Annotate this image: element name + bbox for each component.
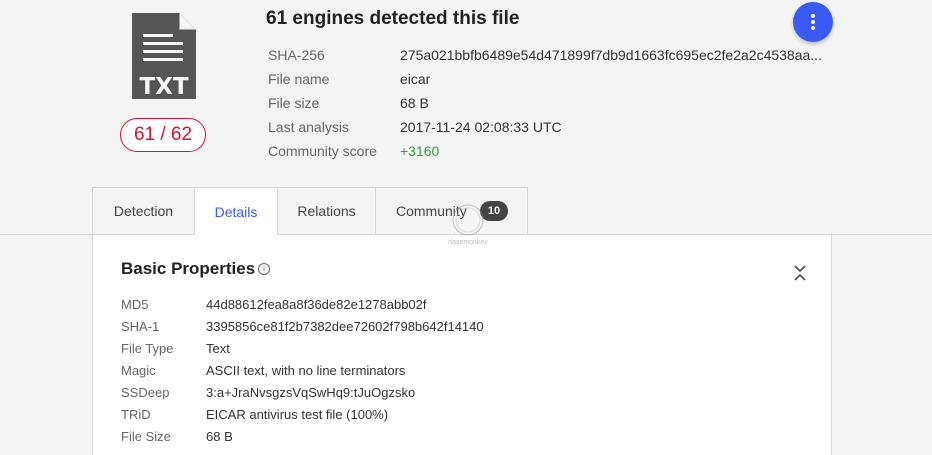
detection-ratio-badge: 61 / 62 — [120, 118, 206, 152]
filesize-value: 68 B — [400, 95, 429, 111]
sha256-value[interactable]: 275a021bbfb6489e54d471899f7db9d1663fc695… — [400, 47, 822, 63]
sha1-value: 3395856ce81f2b7382dee72602f798b642f14140 — [206, 319, 484, 334]
more-dot-icon — [811, 14, 815, 18]
file-type-label: TXT — [139, 74, 188, 100]
community-score-value: +3160 — [400, 143, 440, 159]
section-title: Basic Properties — [121, 259, 256, 278]
sha256-label: SHA-256 — [268, 47, 325, 63]
magic-value: ASCII text, with no line terminators — [206, 363, 406, 378]
watermark-text: dazemonkey — [448, 239, 488, 246]
watermark-emblem-icon — [452, 204, 484, 236]
more-dot-icon — [811, 26, 815, 30]
community-score-label: Community score — [268, 143, 377, 159]
ssdeep-label: SSDeep — [121, 385, 170, 400]
last-analysis-label: Last analysis — [268, 119, 349, 135]
ssdeep-value: 3:a+JraNvsgzsVqSwHq9:tJuOgzsko — [206, 385, 416, 400]
watermark-logo: dazemonkey — [446, 203, 490, 249]
txt-file-icon: TXT — [132, 13, 196, 100]
last-analysis-value: 2017-11-24 02:08:33 UTC — [400, 119, 562, 135]
tab-label: Details — [214, 203, 258, 220]
md5-value: 44d88612fea8a8f36de82e1278abb02f — [206, 297, 427, 312]
tab-label: Detection — [113, 203, 174, 219]
more-options-button[interactable] — [793, 2, 833, 42]
filesize-label: File size — [268, 95, 320, 111]
tab-details[interactable]: Details — [194, 187, 278, 235]
collapse-chevron-icon[interactable] — [792, 264, 808, 282]
magic-label: Magic — [121, 363, 156, 378]
trid-value: EICAR antivirus test file (100%) — [206, 407, 389, 422]
file-type-prop-value: Text — [206, 341, 230, 356]
tab-label: Relations — [297, 203, 356, 219]
info-icon[interactable]: i — [258, 263, 270, 275]
tab-relations[interactable]: Relations — [277, 187, 376, 234]
trid-label: TRiD — [121, 407, 151, 422]
filename-value: eicar — [400, 71, 431, 87]
file-size-prop-label: File Size — [121, 429, 171, 444]
filename-label: File name — [268, 71, 330, 87]
tab-detection[interactable]: Detection — [92, 187, 195, 234]
file-type-prop-label: File Type — [121, 341, 174, 356]
md5-label: MD5 — [121, 297, 149, 312]
sha1-label: SHA-1 — [121, 319, 160, 334]
file-size-prop-value: 68 B — [206, 429, 233, 444]
more-dot-icon — [811, 20, 815, 24]
detection-title: 61 engines detected this file — [266, 8, 520, 29]
